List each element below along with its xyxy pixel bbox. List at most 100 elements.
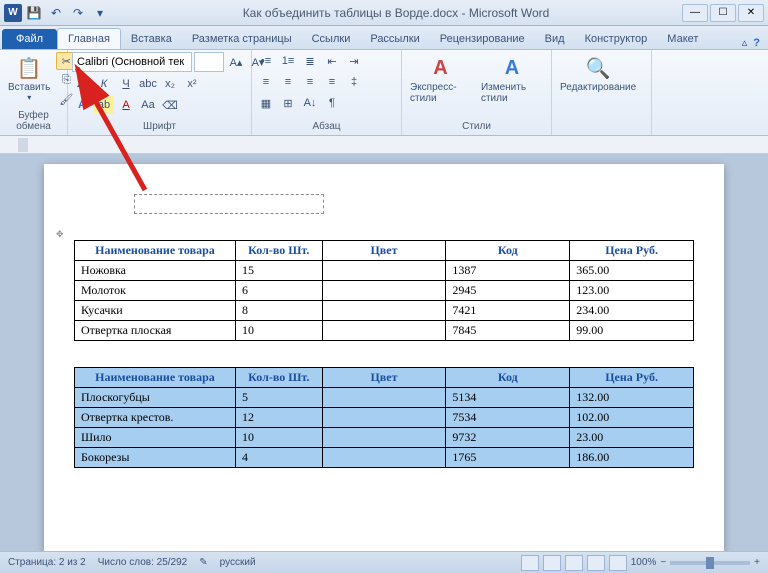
table-cell[interactable]: Отвертка крестов.: [75, 408, 236, 428]
table-cell[interactable]: [322, 301, 446, 321]
bullets-button[interactable]: •≡: [256, 52, 276, 70]
table-cell[interactable]: 5134: [446, 388, 570, 408]
underline-button[interactable]: Ч: [116, 75, 136, 93]
borders-button[interactable]: ⊞: [278, 94, 298, 112]
table-cell[interactable]: Бокорезы: [75, 448, 236, 468]
zoom-out-button[interactable]: −: [660, 557, 666, 568]
view-fullscreen-button[interactable]: [543, 555, 561, 571]
table-cell[interactable]: 1387: [446, 261, 570, 281]
decrease-indent-button[interactable]: ⇤: [322, 52, 342, 70]
view-draft-button[interactable]: [609, 555, 627, 571]
table-anchor-icon[interactable]: ✥: [56, 229, 64, 239]
minimize-button[interactable]: —: [682, 4, 708, 22]
table-cell[interactable]: 132.00: [570, 388, 694, 408]
tab-view[interactable]: Вид: [535, 29, 575, 49]
horizontal-ruler[interactable]: [0, 136, 768, 154]
table-cell[interactable]: Молоток: [75, 281, 236, 301]
express-styles-button[interactable]: A Экспресс-стили: [406, 52, 475, 106]
table-cell[interactable]: Шило: [75, 428, 236, 448]
table-cell[interactable]: 15: [235, 261, 322, 281]
line-spacing-button[interactable]: ‡: [344, 73, 364, 91]
status-page[interactable]: Страница: 2 из 2: [8, 557, 86, 568]
table-cell[interactable]: Ножовка: [75, 261, 236, 281]
minimize-ribbon-icon[interactable]: ▵: [742, 36, 748, 49]
table-cell[interactable]: 99.00: [570, 321, 694, 341]
tab-constructor[interactable]: Конструктор: [575, 29, 658, 49]
editing-button[interactable]: 🔍 Редактирование: [556, 52, 640, 95]
font-size-select[interactable]: [194, 52, 224, 72]
table-cell[interactable]: 6: [235, 281, 322, 301]
status-language[interactable]: русский: [220, 557, 256, 568]
justify-button[interactable]: ≡: [322, 73, 342, 91]
help-icon[interactable]: ?: [753, 37, 760, 49]
align-left-button[interactable]: ≡: [256, 73, 276, 91]
qat-dropdown-icon[interactable]: ▾: [90, 3, 110, 23]
table-cell[interactable]: Плоскогубцы: [75, 388, 236, 408]
view-print-layout-button[interactable]: [521, 555, 539, 571]
document-area[interactable]: ✥ Наименование товара Кол-во Шт. Цвет Ко…: [0, 154, 768, 551]
table-row[interactable]: Отвертка плоская10784599.00: [75, 321, 694, 341]
tab-layout-table[interactable]: Макет: [657, 29, 708, 49]
change-styles-button[interactable]: A Изменить стили: [477, 52, 547, 106]
view-outline-button[interactable]: [587, 555, 605, 571]
table-cell[interactable]: [322, 281, 446, 301]
table-cell[interactable]: [322, 321, 446, 341]
tab-page-layout[interactable]: Разметка страницы: [182, 29, 302, 49]
font-family-select[interactable]: [72, 52, 192, 72]
table-2-selected[interactable]: Наименование товара Кол-во Шт. Цвет Код …: [74, 367, 694, 468]
status-spell-icon[interactable]: ✎: [199, 557, 207, 568]
zoom-slider[interactable]: [670, 561, 750, 565]
table-row[interactable]: Отвертка крестов.12 7534102.00: [75, 408, 694, 428]
tab-home[interactable]: Главная: [57, 28, 121, 49]
tab-review[interactable]: Рецензирование: [430, 29, 535, 49]
table-header-row[interactable]: Наименование товара Кол-во Шт. Цвет Код …: [75, 368, 694, 388]
table-cell[interactable]: [322, 428, 446, 448]
table-cell[interactable]: 10: [235, 428, 322, 448]
table-cell[interactable]: 102.00: [570, 408, 694, 428]
sort-button[interactable]: A↓: [300, 94, 320, 112]
tab-insert[interactable]: Вставка: [121, 29, 182, 49]
table-header-row[interactable]: Наименование товара Кол-во Шт. Цвет Код …: [75, 241, 694, 261]
table-cell[interactable]: 12: [235, 408, 322, 428]
numbering-button[interactable]: 1≡: [278, 52, 298, 70]
change-case-button[interactable]: Aa: [138, 96, 158, 114]
table-cell[interactable]: 123.00: [570, 281, 694, 301]
status-word-count[interactable]: Число слов: 25/292: [98, 557, 188, 568]
table-cell[interactable]: 186.00: [570, 448, 694, 468]
table-cell[interactable]: Отвертка плоская: [75, 321, 236, 341]
italic-button[interactable]: К: [94, 75, 114, 93]
subscript-button[interactable]: x₂: [160, 75, 180, 93]
table-cell[interactable]: 1765: [446, 448, 570, 468]
undo-icon[interactable]: ↶: [46, 3, 66, 23]
table-cell[interactable]: 2945: [446, 281, 570, 301]
text-effects-button[interactable]: A: [72, 96, 92, 114]
table-1[interactable]: Наименование товара Кол-во Шт. Цвет Код …: [74, 240, 694, 341]
paste-button[interactable]: 📋 Вставить ▾: [4, 52, 54, 104]
view-web-button[interactable]: [565, 555, 583, 571]
zoom-level[interactable]: 100%: [631, 557, 657, 568]
table-row[interactable]: Плоскогубцы55134132.00: [75, 388, 694, 408]
table-cell[interactable]: [322, 388, 446, 408]
tab-file[interactable]: Файл: [2, 29, 57, 49]
save-icon[interactable]: 💾: [24, 3, 44, 23]
table-row[interactable]: Ножовка15 1387365.00: [75, 261, 694, 281]
maximize-button[interactable]: ☐: [710, 4, 736, 22]
table-row[interactable]: Кусачки87421234.00: [75, 301, 694, 321]
shading-button[interactable]: ▦: [256, 94, 276, 112]
table-cell[interactable]: [322, 408, 446, 428]
table-cell[interactable]: 7845: [446, 321, 570, 341]
increase-indent-button[interactable]: ⇥: [344, 52, 364, 70]
word-app-icon[interactable]: W: [4, 4, 22, 22]
table-cell[interactable]: Кусачки: [75, 301, 236, 321]
font-color-button[interactable]: A: [116, 96, 136, 114]
bold-button[interactable]: Ж: [72, 75, 92, 93]
table-cell[interactable]: 234.00: [570, 301, 694, 321]
table-cell[interactable]: 365.00: [570, 261, 694, 281]
table-cell[interactable]: [322, 448, 446, 468]
table-cell[interactable]: 7534: [446, 408, 570, 428]
table-cell[interactable]: 4: [235, 448, 322, 468]
tab-mailings[interactable]: Рассылки: [360, 29, 429, 49]
table-row[interactable]: Бокорезы4 1765186.00: [75, 448, 694, 468]
table-cell[interactable]: 7421: [446, 301, 570, 321]
redo-icon[interactable]: ↷: [68, 3, 88, 23]
